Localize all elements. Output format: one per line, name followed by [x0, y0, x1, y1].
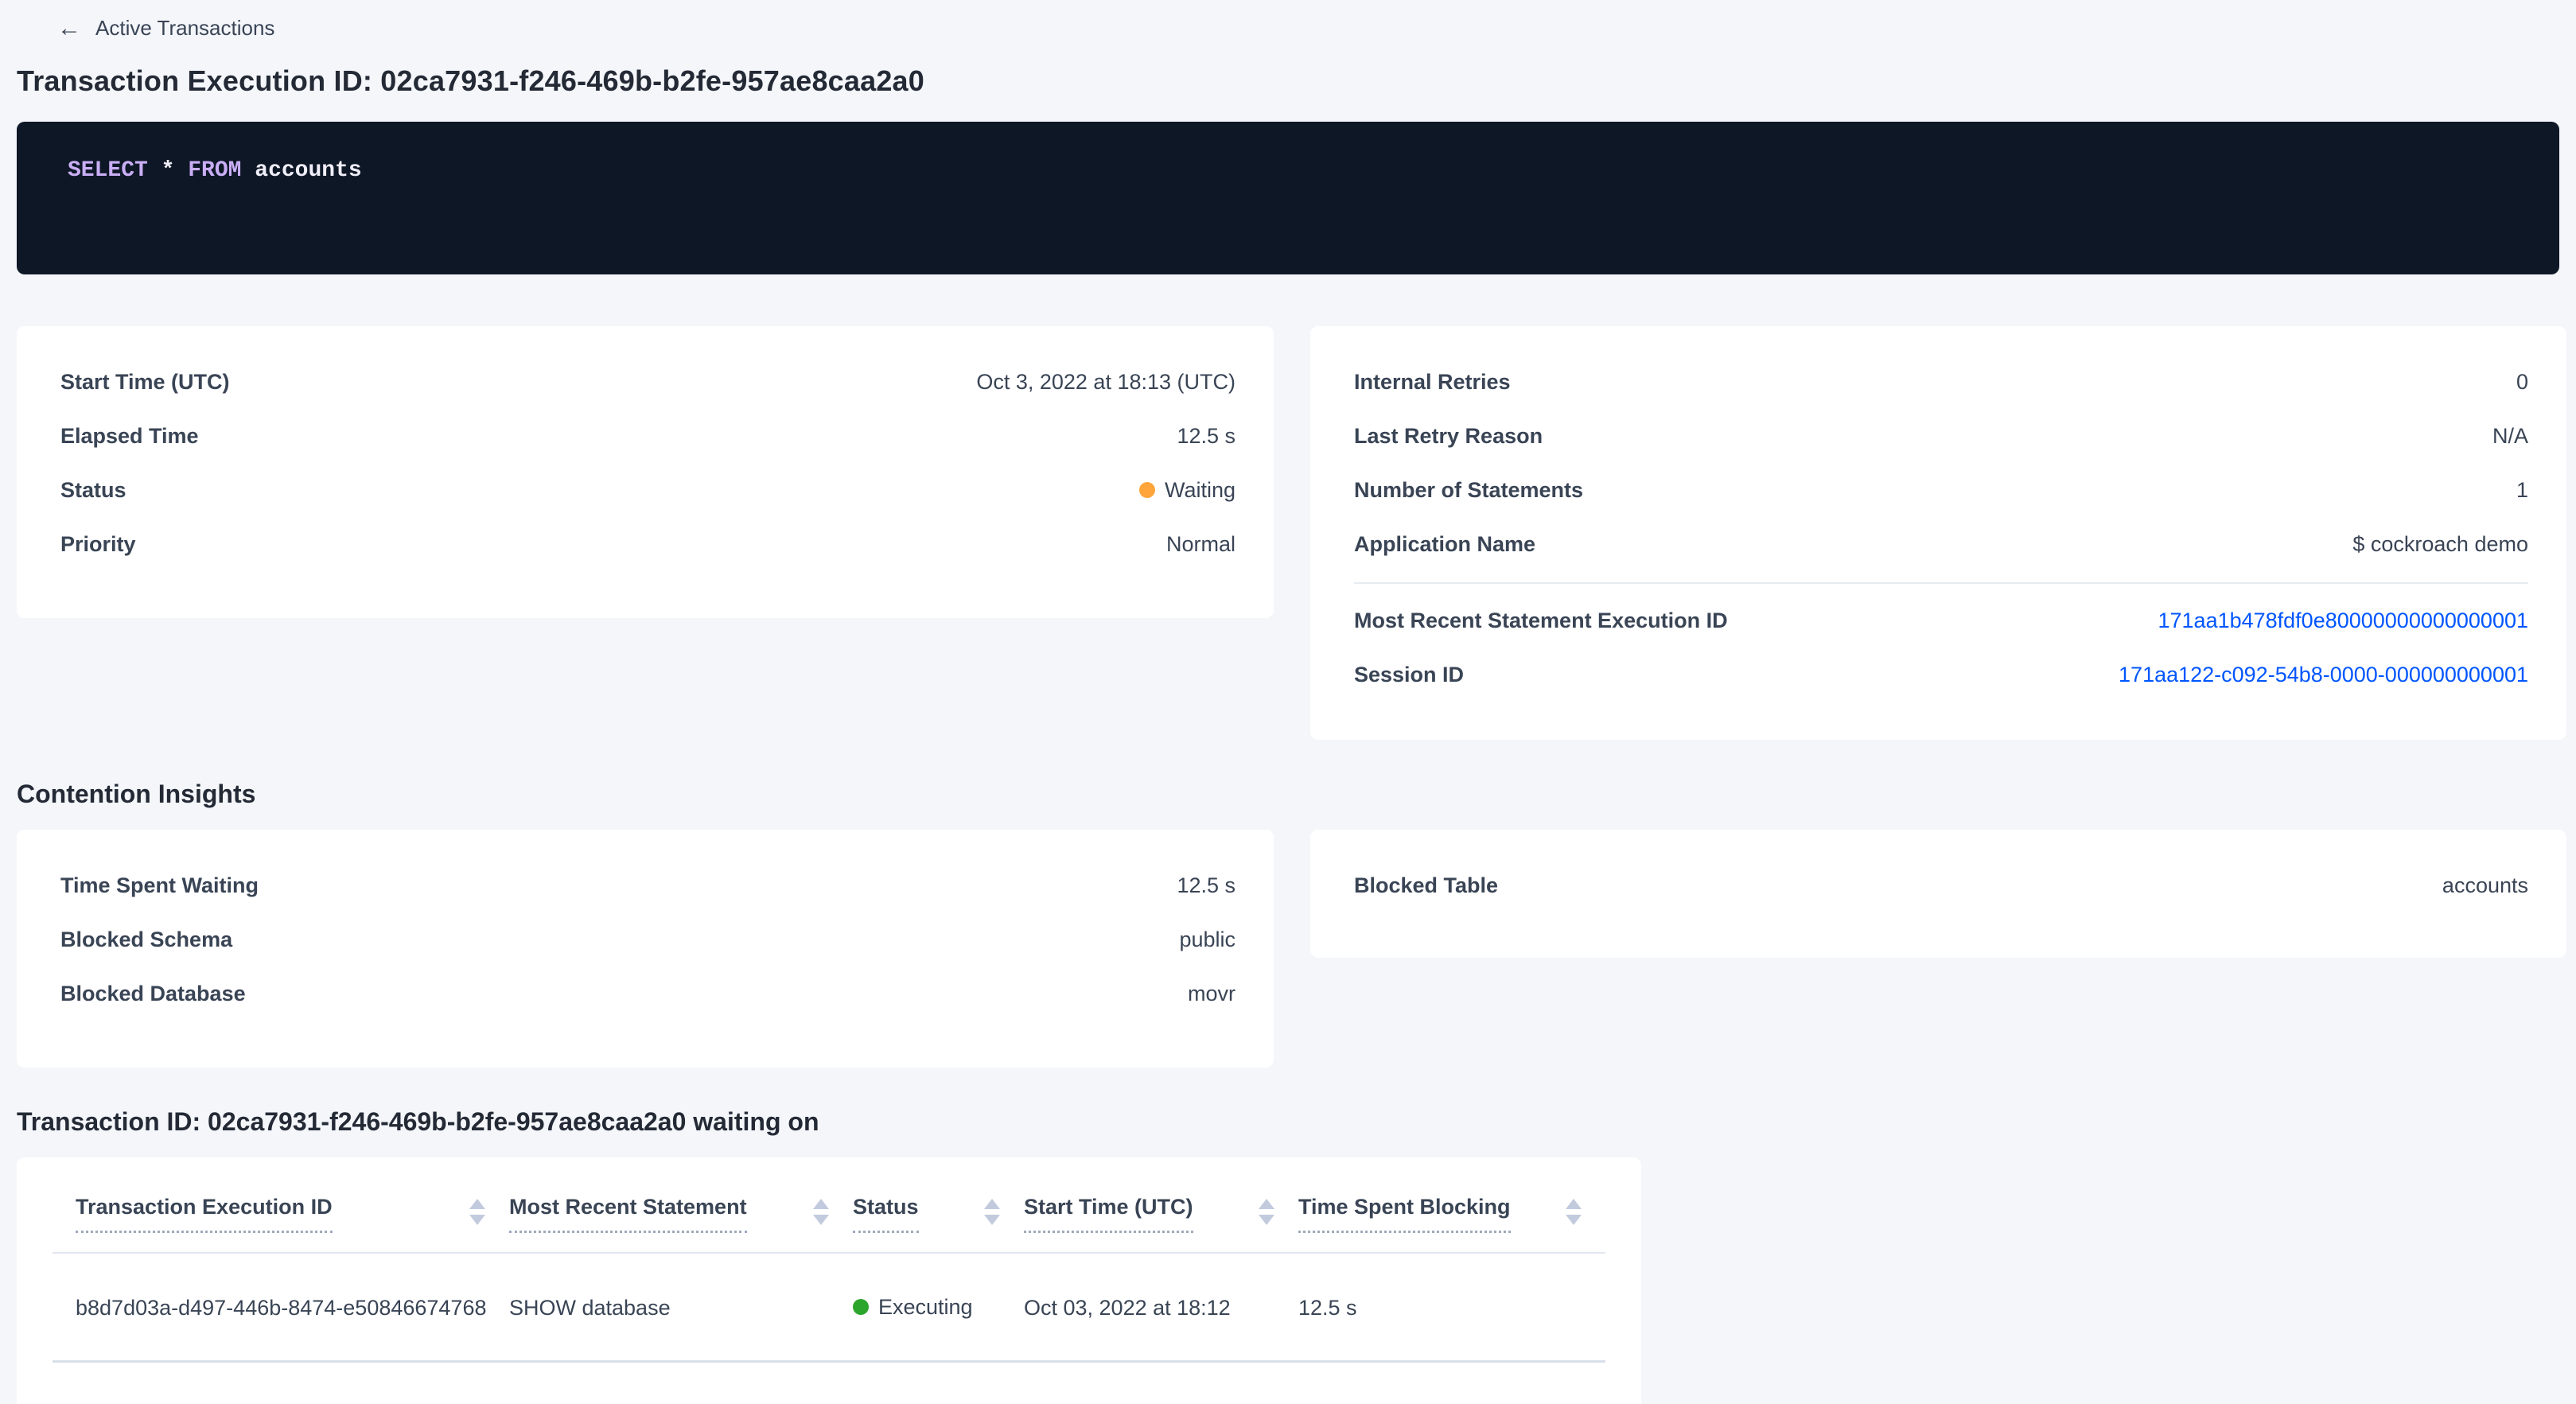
kv-row-internal-retries: Internal Retries 0 [1354, 355, 2528, 409]
cell-start-time: Oct 03, 2022 at 18:12 [1024, 1253, 1298, 1362]
sort-header-most-recent-statement[interactable]: Most Recent Statement [509, 1194, 829, 1233]
cell-most-recent-statement: SHOW database [509, 1253, 853, 1362]
last-retry-reason-label: Last Retry Reason [1354, 424, 1543, 449]
start-time-label: Start Time (UTC) [60, 370, 230, 395]
transaction-details-card: Internal Retries 0 Last Retry Reason N/A… [1310, 326, 2566, 740]
column-header-transaction-execution-id: Transaction Execution ID [53, 1157, 509, 1253]
sort-arrows-icon[interactable] [813, 1199, 829, 1225]
sort-header-start-time[interactable]: Start Time (UTC) [1024, 1194, 1274, 1233]
column-label: Time Spent Blocking [1298, 1194, 1511, 1233]
blocked-table-label: Blocked Table [1354, 873, 1498, 898]
kv-row-status: Status Waiting [60, 463, 1235, 517]
kv-row-start-time: Start Time (UTC) Oct 3, 2022 at 18:13 (U… [60, 355, 1235, 409]
most-recent-statement-execution-id-label: Most Recent Statement Execution ID [1354, 609, 1728, 633]
sort-header-time-spent-blocking[interactable]: Time Spent Blocking [1298, 1194, 1582, 1233]
column-label: Most Recent Statement [509, 1194, 747, 1233]
kv-row-elapsed-time: Elapsed Time 12.5 s [60, 409, 1235, 463]
back-link-label: Active Transactions [95, 16, 274, 41]
priority-label: Priority [60, 532, 136, 557]
table-header-row: Transaction Execution ID Most Recent Sta… [53, 1157, 1605, 1253]
overview-cards-row: Start Time (UTC) Oct 3, 2022 at 18:13 (U… [17, 326, 2559, 740]
blocked-schema-value: public [1179, 928, 1235, 952]
sort-arrows-icon[interactable] [1566, 1199, 1582, 1225]
sql-text: * [148, 158, 188, 183]
sort-arrows-icon[interactable] [984, 1199, 1000, 1225]
kv-row-most-recent-statement-execution-id: Most Recent Statement Execution ID 171aa… [1354, 593, 2528, 648]
status-value: Waiting [1165, 478, 1235, 503]
cell-status: Executing [853, 1253, 1024, 1362]
sort-arrows-icon[interactable] [1259, 1199, 1274, 1225]
column-label: Transaction Execution ID [76, 1194, 333, 1233]
sql-statement-box: SELECT * FROM accounts [17, 122, 2559, 274]
internal-retries-label: Internal Retries [1354, 370, 1511, 395]
time-spent-waiting-label: Time Spent Waiting [60, 873, 259, 898]
elapsed-time-value: 12.5 s [1177, 424, 1235, 449]
blocked-database-value: movr [1188, 982, 1235, 1006]
column-label: Start Time (UTC) [1024, 1194, 1193, 1233]
kv-row-blocked-table: Blocked Table accounts [1354, 858, 2528, 912]
contention-insights-heading: Contention Insights [17, 780, 2559, 809]
sort-header-transaction-execution-id[interactable]: Transaction Execution ID [76, 1194, 485, 1233]
card-divider [1354, 582, 2528, 584]
column-header-most-recent-statement: Most Recent Statement [509, 1157, 853, 1253]
kv-row-blocked-schema: Blocked Schema public [60, 912, 1235, 966]
number-of-statements-value: 1 [2516, 478, 2528, 503]
contention-left-card: Time Spent Waiting 12.5 s Blocked Schema… [17, 830, 1274, 1068]
cell-time-spent-blocking: 12.5 s [1298, 1253, 1605, 1362]
back-to-active-transactions-link[interactable]: ← Active Transactions [57, 16, 274, 41]
column-label: Status [853, 1194, 919, 1233]
priority-value: Normal [1166, 532, 1235, 557]
session-id-link[interactable]: 171aa122-c092-54b8-0000-000000000001 [2119, 663, 2528, 687]
status-label: Status [60, 478, 126, 503]
time-spent-waiting-value: 12.5 s [1177, 873, 1235, 898]
page-title: Transaction Execution ID: 02ca7931-f246-… [17, 64, 2559, 98]
elapsed-time-label: Elapsed Time [60, 424, 199, 449]
transaction-summary-card: Start Time (UTC) Oct 3, 2022 at 18:13 (U… [17, 326, 1274, 618]
most-recent-statement-execution-id-link[interactable]: 171aa1b478fdf0e80000000000000001 [2158, 609, 2529, 633]
number-of-statements-label: Number of Statements [1354, 478, 1583, 503]
kv-row-application-name: Application Name $ cockroach demo [1354, 517, 2528, 571]
kv-row-last-retry-reason: Last Retry Reason N/A [1354, 409, 2528, 463]
contention-right-card: Blocked Table accounts [1310, 830, 2566, 958]
start-time-value: Oct 3, 2022 at 18:13 (UTC) [976, 370, 1235, 395]
sort-header-status[interactable]: Status [853, 1194, 1000, 1233]
internal-retries-value: 0 [2516, 370, 2528, 395]
kv-row-time-spent-waiting: Time Spent Waiting 12.5 s [60, 858, 1235, 912]
column-header-start-time: Start Time (UTC) [1024, 1157, 1298, 1253]
waiting-on-heading: Transaction ID: 02ca7931-f246-469b-b2fe-… [17, 1107, 2559, 1137]
blocked-schema-label: Blocked Schema [60, 928, 232, 952]
executing-status-dot-icon [853, 1299, 869, 1315]
sql-text: accounts [241, 158, 361, 183]
waiting-on-table-card: Transaction Execution ID Most Recent Sta… [17, 1157, 1641, 1404]
arrow-left-icon: ← [57, 17, 81, 41]
waiting-on-table: Transaction Execution ID Most Recent Sta… [53, 1157, 1605, 1363]
blocked-database-label: Blocked Database [60, 982, 246, 1006]
status-value: Executing [878, 1295, 973, 1320]
sql-keyword: SELECT [68, 158, 148, 183]
session-id-label: Session ID [1354, 663, 1464, 687]
waiting-status-dot-icon [1139, 482, 1155, 498]
kv-row-blocked-database: Blocked Database movr [60, 966, 1235, 1021]
kv-row-priority: Priority Normal [60, 517, 1235, 571]
contention-cards-row: Time Spent Waiting 12.5 s Blocked Schema… [17, 830, 2559, 1068]
column-header-status: Status [853, 1157, 1024, 1253]
application-name-label: Application Name [1354, 532, 1535, 557]
transaction-details-page: ← Active Transactions Transaction Execut… [0, 0, 2576, 1404]
sql-keyword: FROM [188, 158, 241, 183]
blocked-table-value: accounts [2442, 873, 2528, 898]
kv-row-session-id: Session ID 171aa122-c092-54b8-0000-00000… [1354, 648, 2528, 702]
cell-transaction-execution-id: b8d7d03a-d497-446b-8474-e50846674768 [53, 1253, 509, 1362]
status-badge: Executing [853, 1295, 973, 1320]
application-name-value: $ cockroach demo [2352, 532, 2528, 557]
table-row: b8d7d03a-d497-446b-8474-e50846674768 SHO… [53, 1253, 1605, 1362]
kv-row-number-of-statements: Number of Statements 1 [1354, 463, 2528, 517]
last-retry-reason-value: N/A [2492, 424, 2528, 449]
sort-arrows-icon[interactable] [469, 1199, 485, 1225]
column-header-time-spent-blocking: Time Spent Blocking [1298, 1157, 1605, 1253]
status-badge: Waiting [1139, 478, 1235, 503]
